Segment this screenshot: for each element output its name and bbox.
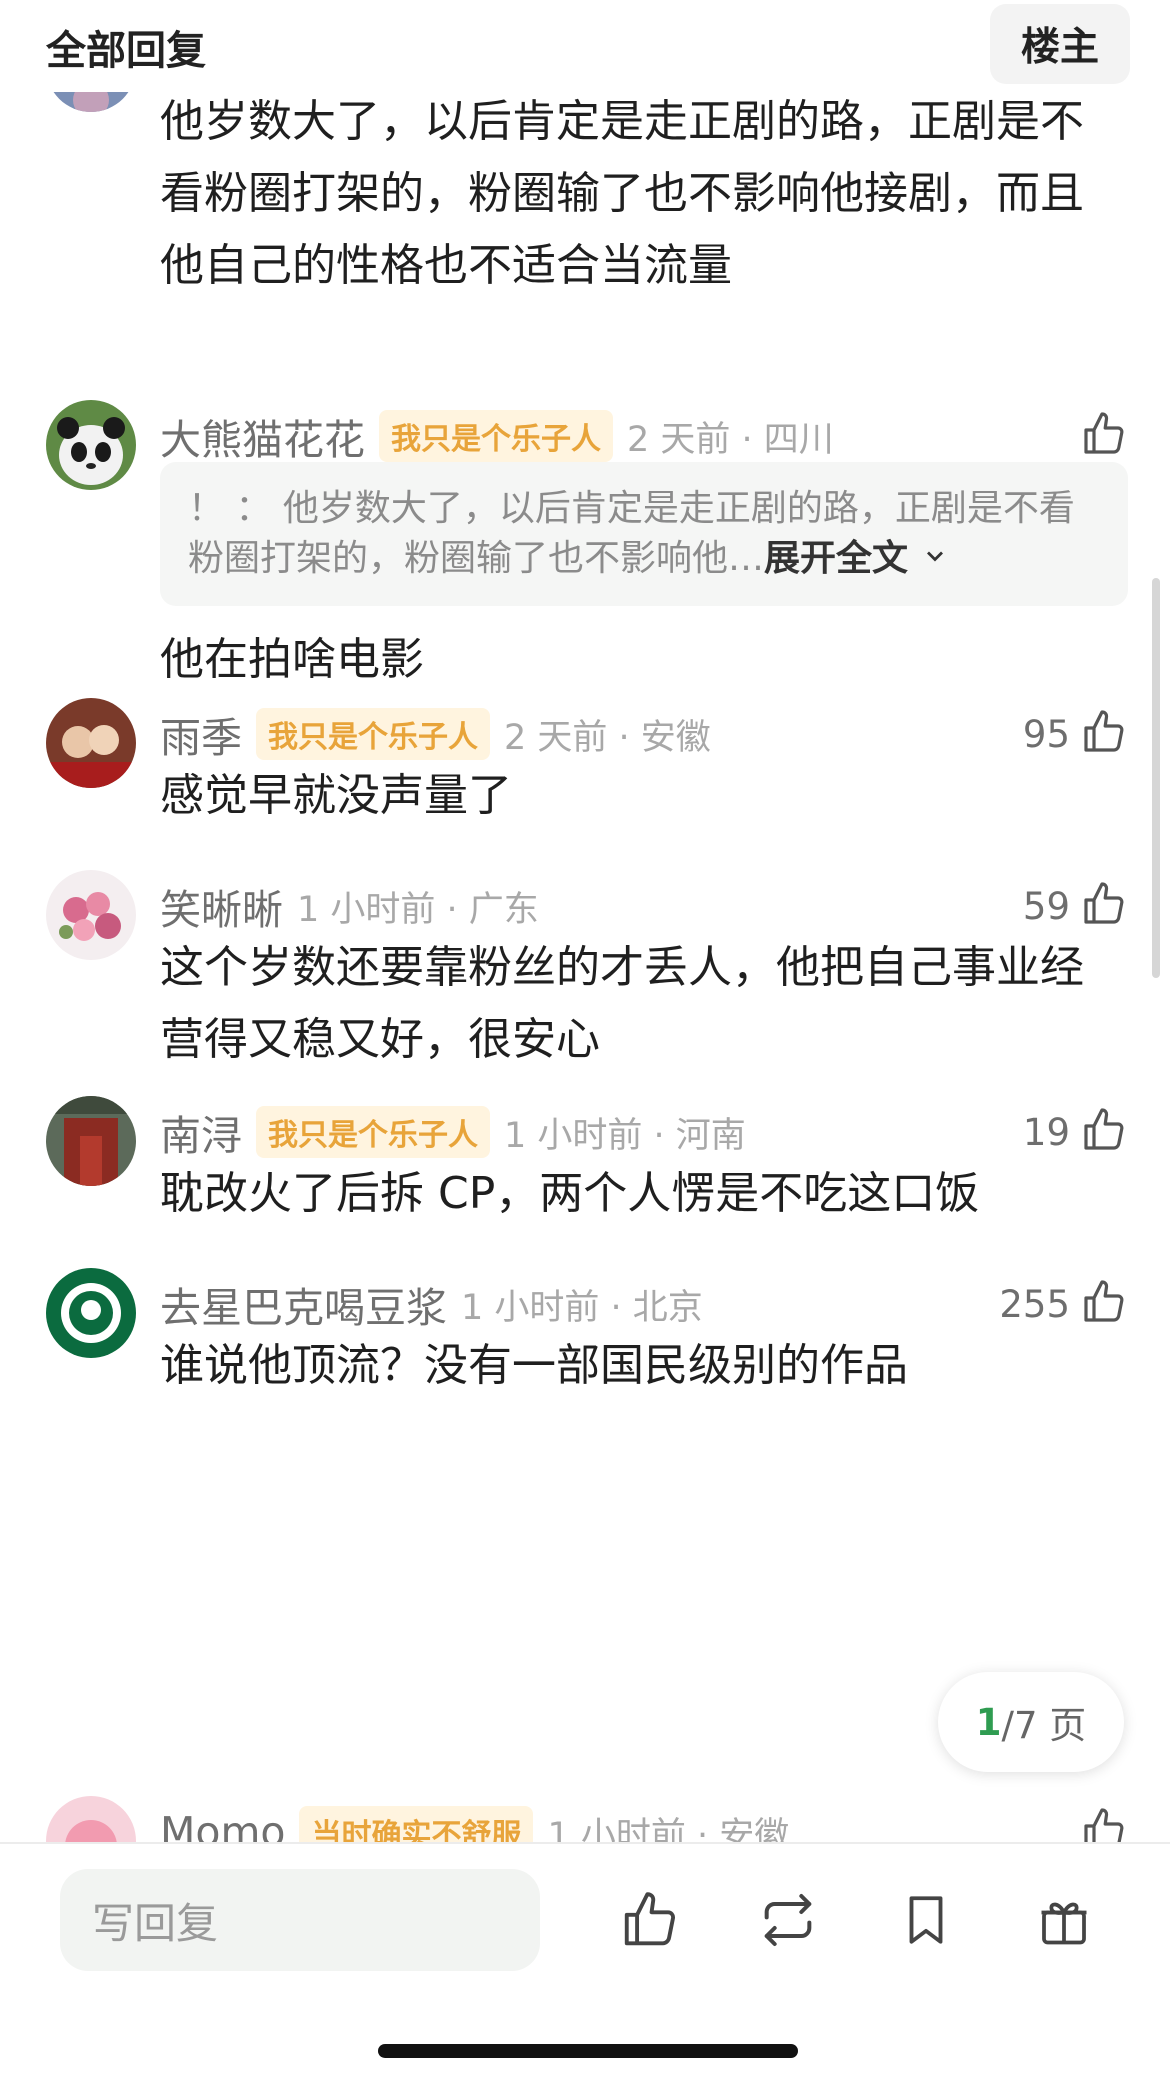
avatar[interactable] [46,92,136,112]
page-title: 全部回复 [46,28,206,74]
thumbs-up-icon [1080,880,1128,932]
gift-icon [1034,1890,1094,1954]
repost-button[interactable] [750,1884,826,1960]
time-location: 1 小时前 · 河南 [504,1115,746,1156]
repost-icon [756,1888,820,1956]
thumbs-up-icon [619,1889,681,1955]
username[interactable]: 南浔 [160,1102,242,1162]
comment-meta: Momo 当时确实不舒服 1 小时前 · 安徽 [160,1802,789,1842]
avatar[interactable] [46,400,136,490]
time-location: 2 天前 · 四川 [627,419,834,460]
comment-meta: 笑晰晰 1 小时前 · 广东 [160,876,539,936]
like-count: 59 [1022,884,1070,928]
expand-full-text[interactable]: 展开全文 [764,538,949,579]
like-count: 19 [1022,1110,1070,1154]
thumbs-up-icon [1080,1806,1128,1842]
username[interactable]: 去星巴克喝豆浆 [160,1274,447,1334]
comment-meta: 南浔 我只是个乐子人 1 小时前 · 河南 [160,1102,746,1162]
comment-text: 耽改火了后拆 CP，两个人愣是不吃这口饭 [160,1168,980,1219]
like-button[interactable]: 255 [999,1274,1128,1334]
fan-badge: 当时确实不舒服 [299,1806,534,1842]
thumbs-up-icon [1080,1278,1128,1330]
comment-text: 他岁数大了，以后肯定是走正剧的路，正剧是不看粉圈打架的，粉圈输了也不影响他接剧，… [160,96,1084,291]
avatar[interactable] [46,1268,136,1358]
avatar[interactable] [46,1796,136,1842]
like-button[interactable] [1070,406,1128,466]
scrollbar[interactable] [1152,578,1160,978]
chevron-down-icon [921,538,949,579]
fan-badge: 我只是个乐子人 [379,410,613,462]
thumbs-up-icon [1080,410,1128,462]
like-count: 95 [1022,712,1070,756]
time-location: 1 小时前 · 广东 [297,889,539,930]
like-button[interactable] [1080,1802,1128,1842]
like-post-button[interactable] [612,1884,688,1960]
bookmark-icon [897,1891,955,1953]
op-only-button[interactable]: 楼主 [990,4,1130,84]
header: 全部回复 楼主 [0,0,1170,92]
username[interactable]: 大熊猫花花 [160,406,365,466]
comment-meta: 雨季 我只是个乐子人 2 天前 · 安徽 [160,704,711,764]
home-indicator[interactable] [378,2044,798,2058]
page-total: /7 页 [1001,1704,1087,1747]
comment-meta: 大熊猫花花 我只是个乐子人 2 天前 · 四川 [160,406,834,466]
page-indicator[interactable]: 1/7 页 [938,1672,1124,1772]
favorite-button[interactable] [888,1884,964,1960]
comment-text: 谁说他顶流？没有一部国民级别的作品 [160,1340,908,1391]
comment-text: 他在拍啥电影 [160,634,424,685]
page-current: 1 [975,1700,1002,1744]
expand-label: 展开全文 [764,538,909,579]
comment-text: 这个岁数还要靠粉丝的才丢人，他把自己事业经营得又稳又好，很安心 [160,942,1084,1065]
quoted-comment[interactable]: ！ ： 他岁数大了，以后肯定是走正剧的路，正剧是不看粉圈打架的，粉圈输了也不影响… [160,462,1128,606]
username[interactable]: Momo [160,1808,285,1842]
username[interactable]: 笑晰晰 [160,876,283,936]
avatar[interactable] [46,870,136,960]
gift-button[interactable] [1026,1884,1102,1960]
fan-badge: 我只是个乐子人 [256,1106,490,1158]
bottom-action-bar: 写回复 [0,1842,1170,2082]
like-button[interactable]: 59 [1023,876,1128,936]
avatar[interactable] [46,1096,136,1186]
time-location: 2 天前 · 安徽 [504,717,711,758]
avatar[interactable] [46,698,136,788]
time-location: 1 小时前 · 安徽 [547,1815,790,1843]
like-button[interactable]: 19 [1023,1102,1128,1162]
time-location: 1 小时前 · 北京 [461,1287,703,1328]
like-button[interactable]: 95 [1023,704,1128,764]
comment-meta: 去星巴克喝豆浆 1 小时前 · 北京 [160,1274,703,1334]
fan-badge: 我只是个乐子人 [256,708,490,760]
thumbs-up-icon [1080,708,1128,760]
thumbs-up-icon [1080,1106,1128,1158]
comment-text: 感觉早就没声量了 [160,770,512,821]
comment-list[interactable]: 他岁数大了，以后肯定是走正剧的路，正剧是不看粉圈打架的，粉圈输了也不影响他接剧，… [0,92,1170,1842]
username[interactable]: 雨季 [160,704,242,764]
reply-input[interactable]: 写回复 [60,1869,540,1971]
like-count: 255 [999,1282,1070,1326]
